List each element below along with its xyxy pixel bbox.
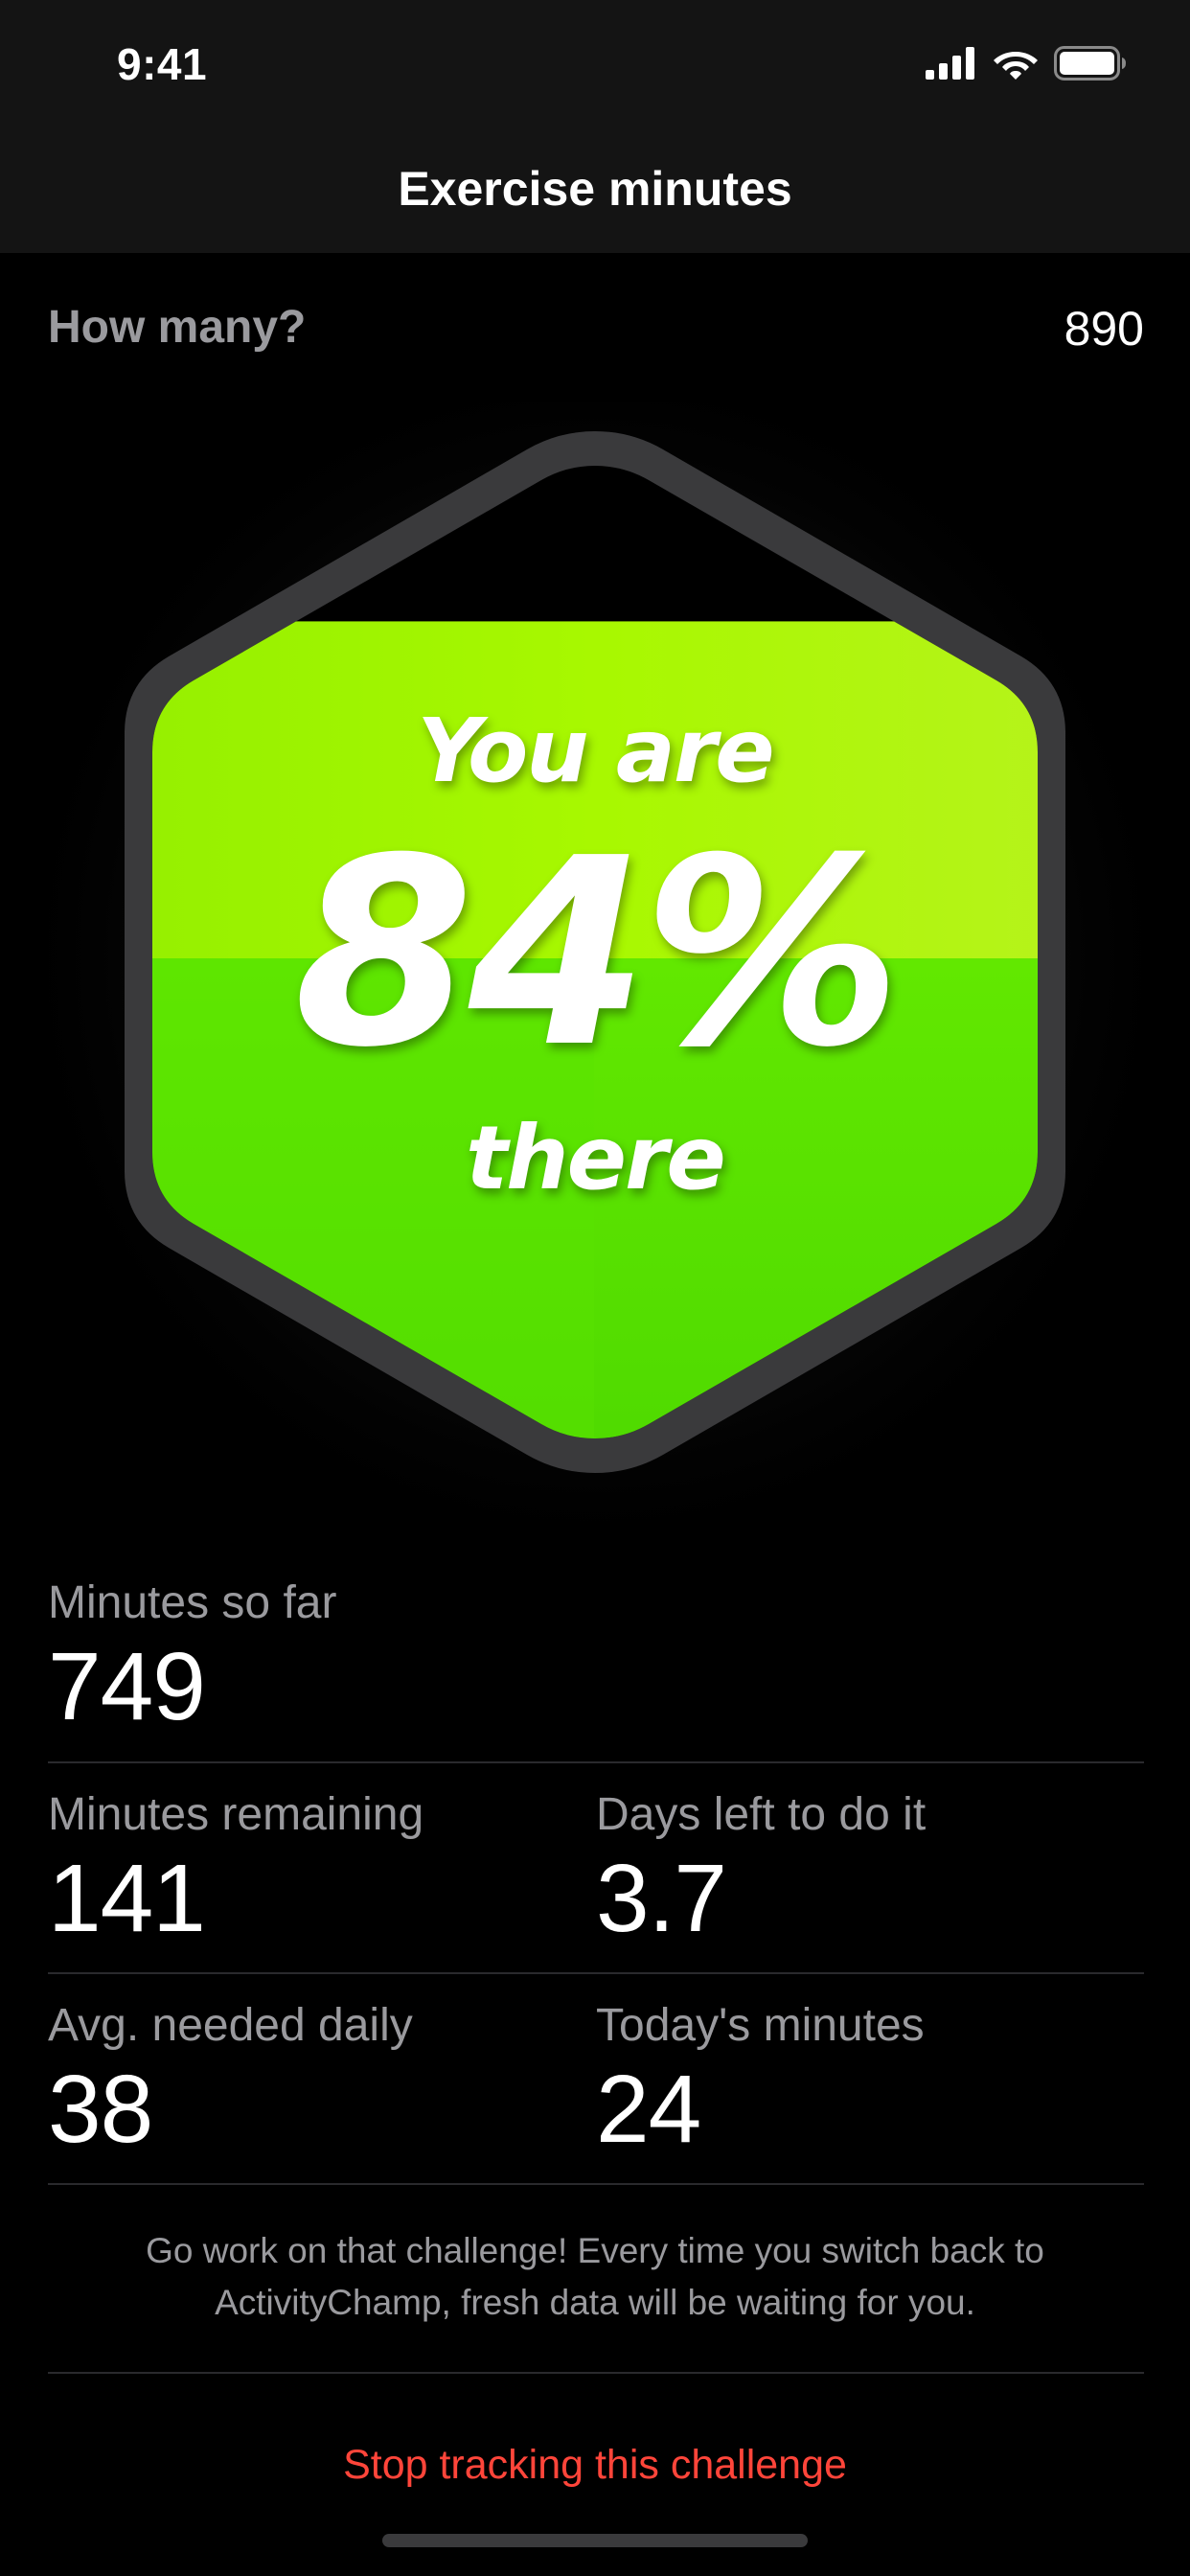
- status-time: 9:41: [117, 39, 208, 89]
- stat-minutes-so-far: Minutes so far 749: [48, 1576, 336, 1735]
- navigation-header: 9:41 Exercise minutes: [0, 0, 1190, 253]
- stat-minutes-remaining: Minutes remaining 141: [48, 1788, 423, 1946]
- stat-avg-needed-daily: Avg. needed daily 38: [48, 1999, 413, 2157]
- goal-label: How many?: [48, 302, 307, 353]
- stat-value: 141: [48, 1845, 206, 1952]
- home-indicator[interactable]: [382, 2534, 808, 2547]
- divider: [48, 2372, 1144, 2374]
- stat-label: Today's minutes: [596, 2000, 925, 2051]
- divider: [48, 1972, 1144, 1974]
- stop-tracking-button[interactable]: Stop tracking this challenge: [0, 2442, 1190, 2489]
- stat-value: 749: [48, 1633, 206, 1740]
- stat-label: Days left to do it: [596, 1789, 927, 1840]
- divider: [48, 2183, 1144, 2185]
- page-title: Exercise minutes: [398, 162, 792, 216]
- badge-percentage: 84%: [293, 802, 902, 1104]
- stat-value: 38: [48, 2056, 153, 2163]
- stat-label: Minutes remaining: [48, 1789, 424, 1840]
- stat-todays-minutes: Today's minutes 24: [596, 1999, 925, 2157]
- goal-value[interactable]: 890: [1064, 301, 1144, 356]
- info-note: Go work on that challenge! Every time yo…: [146, 2231, 1044, 2322]
- divider: [48, 1761, 1144, 1763]
- stat-label: Minutes so far: [48, 1577, 337, 1628]
- status-icons: [926, 42, 1127, 84]
- badge-line-there: there: [466, 1107, 726, 1209]
- stat-days-left: Days left to do it 3.7: [596, 1788, 926, 1946]
- wifi-icon: [994, 52, 1038, 80]
- cellular-signal-icon: [926, 47, 974, 80]
- battery-icon: [1054, 46, 1126, 80]
- stat-label: Avg. needed daily: [48, 2000, 413, 2051]
- badge-line-you-are: You are: [417, 700, 774, 802]
- stat-value: 24: [596, 2056, 701, 2163]
- stat-value: 3.7: [596, 1845, 727, 1952]
- progress-badge: You are 84% there: [0, 402, 1190, 1552]
